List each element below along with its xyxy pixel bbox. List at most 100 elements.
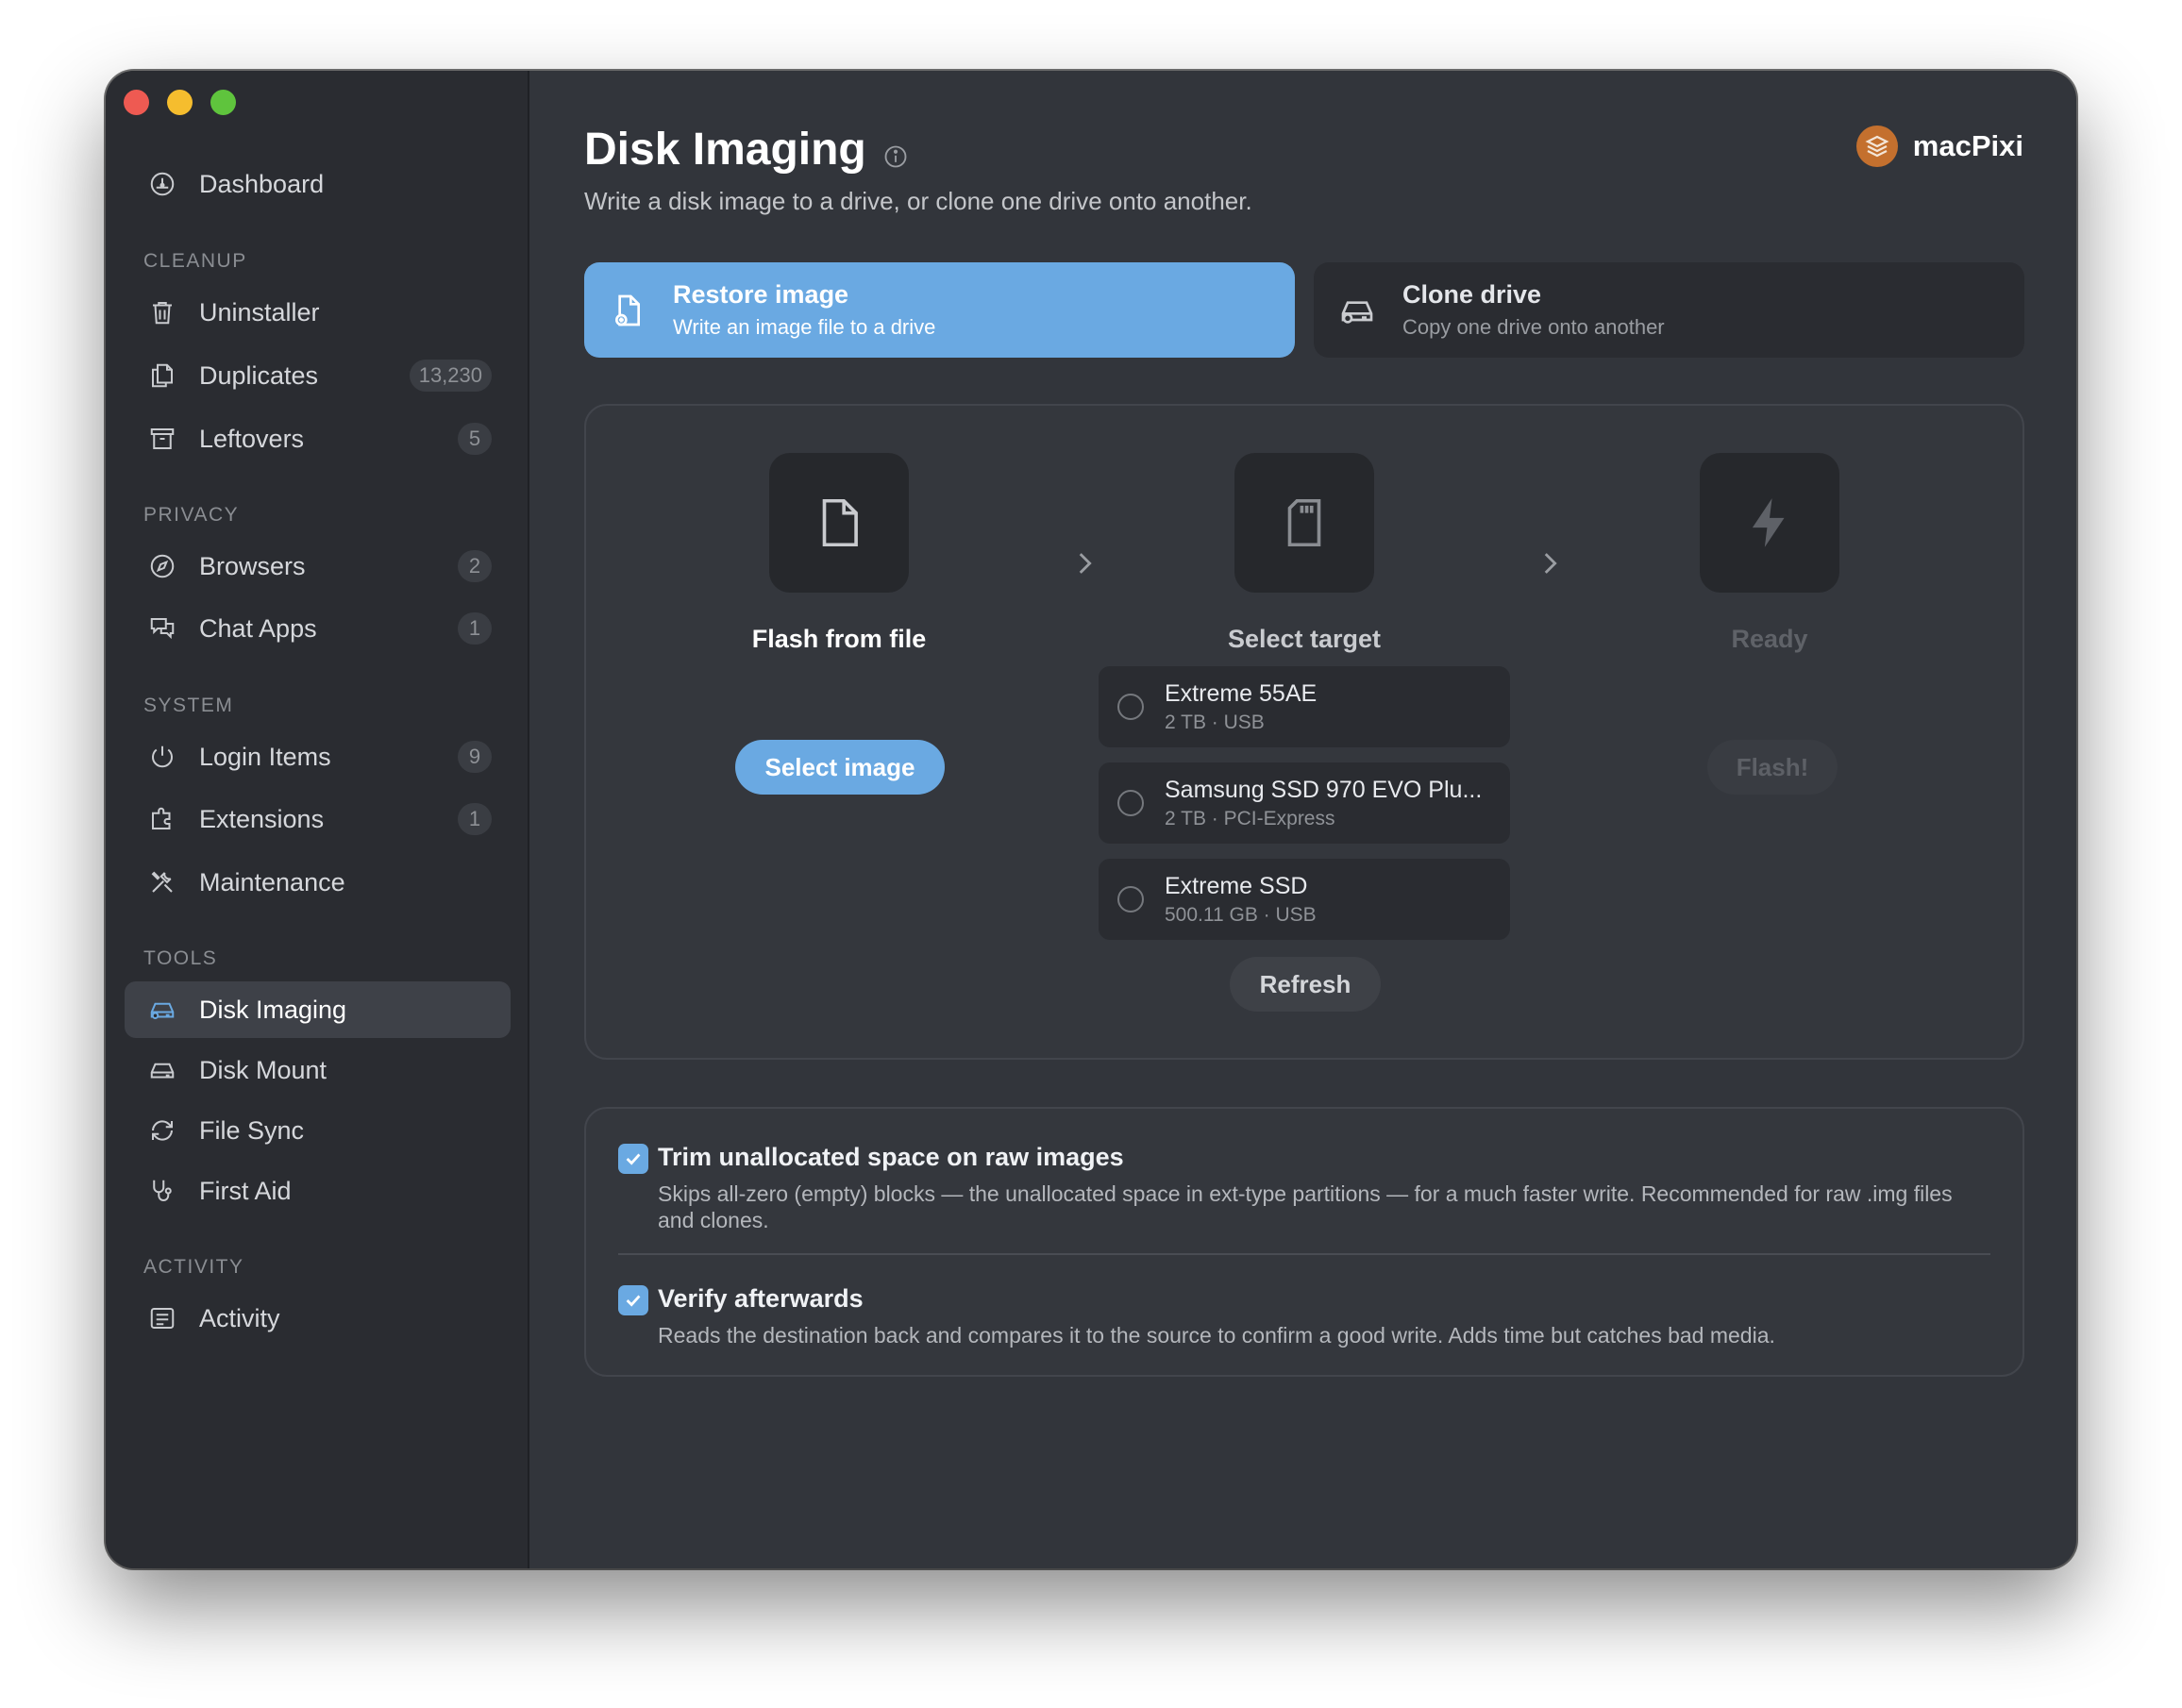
checkmark-icon bbox=[626, 1153, 641, 1165]
sidebar-item-maintenance[interactable]: Maintenance bbox=[125, 854, 511, 911]
divider bbox=[618, 1253, 1990, 1255]
brand-name: macPixi bbox=[1912, 129, 2023, 162]
sidebar-item-label: Chat Apps bbox=[199, 613, 317, 643]
drive-meta: 2 TB · PCI-Express bbox=[1165, 807, 1335, 829]
refresh-button[interactable]: Refresh bbox=[1230, 957, 1381, 1012]
option-title: Trim unallocated space on raw images bbox=[658, 1143, 1124, 1171]
sidebar-item-label: Disk Mount bbox=[199, 1055, 327, 1084]
section-label-cleanup: CLEANUP bbox=[143, 250, 247, 272]
trim-checkbox[interactable] bbox=[618, 1144, 648, 1174]
sidebar-item-leftovers[interactable]: Leftovers 5 bbox=[125, 410, 511, 467]
sidebar-item-dashboard[interactable]: Dashboard bbox=[125, 156, 511, 212]
step-label-target: Select target bbox=[1227, 625, 1382, 653]
duplicate-files-icon bbox=[146, 360, 178, 392]
sidebar-item-chat-apps[interactable]: Chat Apps 1 bbox=[125, 600, 511, 657]
trash-icon bbox=[146, 296, 178, 328]
select-image-button[interactable]: Select image bbox=[735, 740, 945, 795]
disk-drive-icon bbox=[146, 994, 178, 1026]
drive-meta: 2 TB · USB bbox=[1165, 711, 1265, 733]
radio-button[interactable] bbox=[1117, 790, 1144, 816]
sidebar: Dashboard CLEANUP Uninstaller Duplicates… bbox=[106, 71, 529, 1568]
sidebar-item-label: Browsers bbox=[199, 551, 306, 580]
chat-bubbles-icon bbox=[146, 612, 178, 645]
options-panel: Trim unallocated space on raw images Ski… bbox=[584, 1107, 2024, 1377]
brand: macPixi bbox=[1855, 126, 2023, 167]
main-content: Disk Imaging Write a disk image to a dri… bbox=[529, 71, 2076, 1568]
drive-meta: 500.11 GB · USB bbox=[1165, 903, 1317, 926]
sidebar-item-duplicates[interactable]: Duplicates 13,230 bbox=[125, 347, 511, 404]
sidebar-item-login-items[interactable]: Login Items 9 bbox=[125, 728, 511, 785]
sidebar-item-file-sync[interactable]: File Sync bbox=[125, 1102, 511, 1159]
zoom-window-button[interactable] bbox=[210, 90, 236, 115]
dashboard-gauge-icon bbox=[146, 168, 178, 200]
sidebar-item-label: Login Items bbox=[199, 742, 331, 771]
sidebar-item-label: First Aid bbox=[199, 1176, 292, 1205]
option-title: Verify afterwards bbox=[658, 1284, 864, 1313]
trim-option: Trim unallocated space on raw images Ski… bbox=[618, 1143, 1990, 1233]
step-label-source: Flash from file bbox=[751, 625, 927, 653]
macpixi-logo-icon bbox=[1855, 126, 1898, 167]
sidebar-item-label: Leftovers bbox=[199, 424, 305, 453]
drive-option[interactable]: Extreme SSD 500.11 GB · USB bbox=[1099, 859, 1510, 940]
power-icon bbox=[146, 741, 178, 773]
option-description: Reads the destination back and compares … bbox=[658, 1323, 1775, 1348]
window-controls bbox=[124, 90, 236, 115]
chevron-right-icon bbox=[1544, 553, 1557, 574]
sidebar-item-label: Disk Imaging bbox=[199, 995, 347, 1024]
lightning-bolt-icon bbox=[1752, 498, 1785, 547]
sync-arrows-icon bbox=[146, 1114, 178, 1147]
count-badge: 1 bbox=[458, 803, 492, 835]
sidebar-item-label: Extensions bbox=[199, 804, 325, 833]
sidebar-item-label: File Sync bbox=[199, 1115, 305, 1145]
close-window-button[interactable] bbox=[124, 90, 149, 115]
sidebar-item-label: Activity bbox=[199, 1303, 280, 1332]
sidebar-item-first-aid[interactable]: First Aid bbox=[125, 1163, 511, 1219]
page-title: Disk Imaging bbox=[584, 125, 866, 175]
verify-option: Verify afterwards Reads the destination … bbox=[618, 1284, 1990, 1348]
clone-drive-mode-button[interactable]: Clone drive Copy one drive onto another bbox=[1314, 262, 2024, 358]
radio-button[interactable] bbox=[1117, 886, 1144, 913]
minimize-window-button[interactable] bbox=[167, 90, 193, 115]
info-icon[interactable] bbox=[882, 143, 909, 170]
tools-icon bbox=[146, 866, 178, 898]
clone-drive-icon bbox=[1341, 300, 1373, 324]
sidebar-item-disk-imaging[interactable]: Disk Imaging bbox=[125, 981, 511, 1038]
target-drive-tile bbox=[1234, 453, 1374, 593]
sidebar-item-browsers[interactable]: Browsers 2 bbox=[125, 538, 511, 594]
sidebar-item-extensions[interactable]: Extensions 1 bbox=[125, 791, 511, 847]
flash-button[interactable]: Flash! bbox=[1707, 740, 1838, 795]
drive-name: Samsung SSD 970 EVO Plu... bbox=[1165, 776, 1483, 803]
disk-mount-icon bbox=[146, 1054, 178, 1086]
count-badge: 5 bbox=[458, 423, 492, 455]
checkmark-icon bbox=[626, 1295, 641, 1307]
puzzle-extension-icon bbox=[146, 803, 178, 835]
activity-list-icon bbox=[146, 1302, 178, 1334]
option-description: Skips all-zero (empty) blocks — the unal… bbox=[658, 1181, 1953, 1232]
sidebar-item-uninstaller[interactable]: Uninstaller bbox=[125, 284, 511, 341]
drive-option[interactable]: Extreme 55AE 2 TB · USB bbox=[1099, 666, 1510, 747]
radio-button[interactable] bbox=[1117, 694, 1144, 720]
count-badge: 1 bbox=[458, 612, 492, 645]
app-window: Dashboard CLEANUP Uninstaller Duplicates… bbox=[106, 71, 2076, 1568]
sidebar-item-label: Maintenance bbox=[199, 867, 345, 896]
sidebar-item-label: Uninstaller bbox=[199, 297, 320, 327]
mode-description: Copy one drive onto another bbox=[1402, 315, 1665, 339]
drive-name: Extreme 55AE bbox=[1165, 679, 1318, 707]
archive-box-icon bbox=[146, 423, 178, 455]
drive-option[interactable]: Samsung SSD 970 EVO Plu... 2 TB · PCI-Ex… bbox=[1099, 762, 1510, 844]
page-subtitle: Write a disk image to a drive, or clone … bbox=[584, 187, 1252, 215]
mode-title: Restore image bbox=[673, 280, 849, 309]
sd-card-icon bbox=[1287, 498, 1321, 547]
document-icon bbox=[822, 498, 858, 547]
count-badge: 2 bbox=[458, 550, 492, 582]
sidebar-item-disk-mount[interactable]: Disk Mount bbox=[125, 1042, 511, 1098]
mode-title: Clone drive bbox=[1402, 280, 1542, 309]
compass-icon bbox=[146, 550, 178, 582]
step-label-ready: Ready bbox=[1731, 625, 1808, 653]
sidebar-item-activity[interactable]: Activity bbox=[125, 1290, 511, 1347]
mode-description: Write an image file to a drive bbox=[673, 315, 936, 339]
source-file-tile[interactable] bbox=[769, 453, 909, 593]
section-label-privacy: PRIVACY bbox=[143, 504, 240, 526]
verify-checkbox[interactable] bbox=[618, 1285, 648, 1315]
restore-image-mode-button[interactable]: Restore image Write an image file to a d… bbox=[584, 262, 1295, 358]
